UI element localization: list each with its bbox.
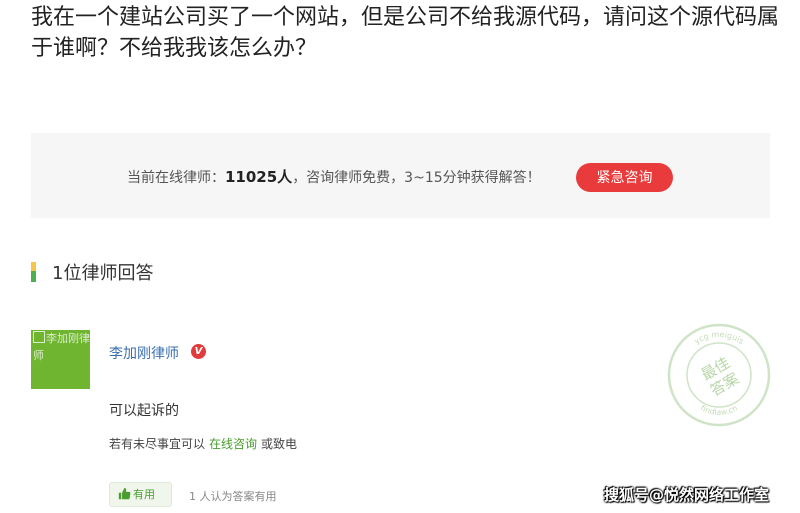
consult-text-suffix: ，咨询律师免费，3~15分钟获得解答！ (292, 170, 541, 186)
followup-suffix: 或致电 (261, 437, 298, 451)
verified-icon: V (191, 344, 206, 359)
online-consult-link[interactable]: 在线咨询 (209, 437, 257, 451)
useful-count-text: 1 人认为答案有用 (189, 490, 277, 503)
avatar-broken-image: 李加刚律师 (31, 330, 90, 364)
stamp-ring-bottom: findlaw.cn (699, 403, 739, 417)
thumbs-up-icon (118, 487, 131, 500)
consult-banner: 当前在线律师：11025人，咨询律师免费，3~15分钟获得解答！ 紧急咨询 (31, 133, 770, 218)
broken-image-icon (33, 331, 45, 343)
lawyer-name-link[interactable]: 李加刚律师 (109, 343, 179, 363)
online-count: 11025人 (225, 168, 293, 186)
section-accent-bar (31, 262, 36, 282)
followup-text: 若有未尽事宜可以 在线咨询 或致电 (109, 435, 297, 452)
followup-prefix: 若有未尽事宜可以 (109, 437, 206, 451)
best-answer-stamp: ycg meiguis findlaw.cn 最佳 答案 (667, 323, 771, 427)
online-lawyers-text: 当前在线律师：11025人，咨询律师免费，3~15分钟获得解答！ (127, 166, 541, 187)
question-title: 我在一个建站公司买了一个网站，但是公司不给我源代码，请问这个源代码属于谁啊？不给… (31, 5, 780, 61)
useful-label: 有用 (133, 488, 155, 501)
svg-text:findlaw.cn: findlaw.cn (699, 403, 739, 417)
lawyer-avatar[interactable]: 李加刚律师 (31, 330, 90, 389)
urgent-consult-button[interactable]: 紧急咨询 (576, 163, 673, 192)
consult-text-prefix: 当前在线律师： (127, 170, 225, 186)
watermark-text: 搜狐号@悦然网络工作室 (604, 486, 770, 504)
useful-button[interactable]: 有用 (109, 482, 172, 507)
answers-count-title: 1位律师回答 (52, 263, 154, 284)
answer-text: 可以起诉的 (109, 403, 179, 419)
